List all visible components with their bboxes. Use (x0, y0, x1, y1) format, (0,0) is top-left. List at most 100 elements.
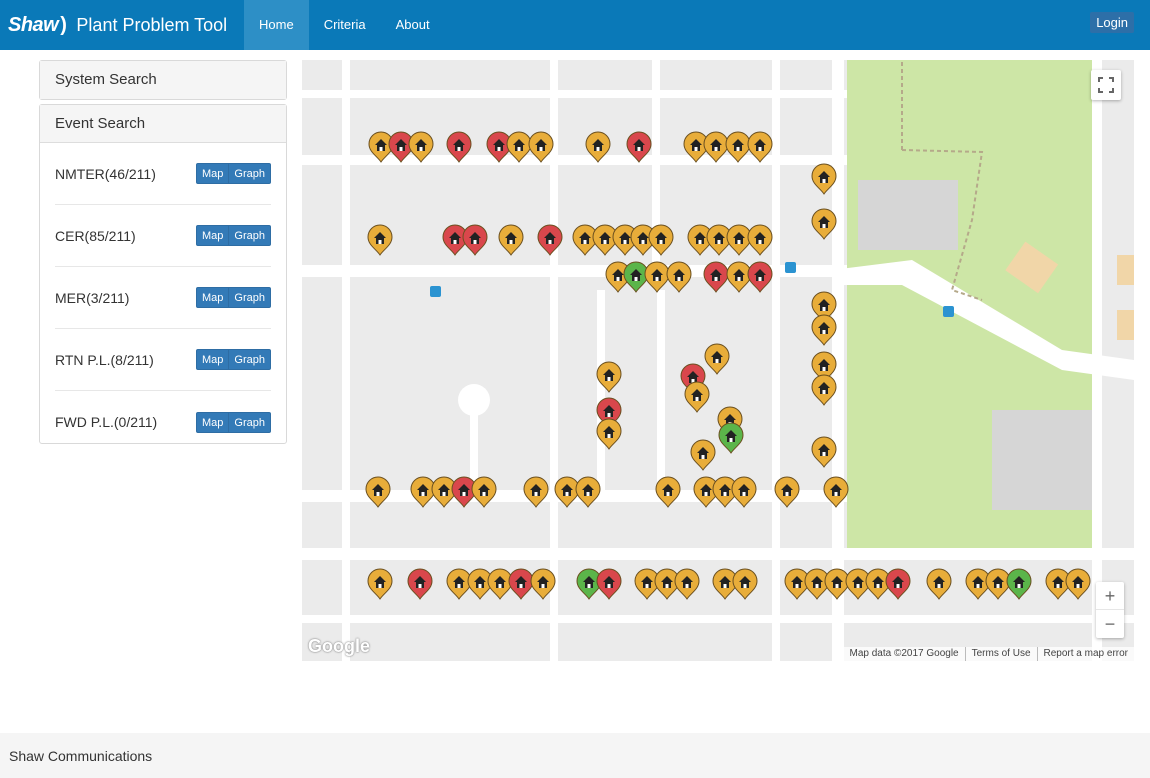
app-title: Plant Problem Tool (76, 14, 228, 35)
map-marker[interactable] (747, 261, 773, 293)
map-marker[interactable] (508, 568, 534, 600)
transit-icon (943, 306, 954, 317)
terms-link[interactable]: Terms of Use (964, 647, 1037, 661)
event-row-rtn-pl: RTN P.L.(8/211) Map Graph (55, 329, 271, 391)
event-label: FWD P.L.(0/211) (55, 414, 158, 430)
map-marker[interactable] (365, 476, 391, 508)
fullscreen-button[interactable] (1091, 70, 1121, 100)
map-marker[interactable] (523, 476, 549, 508)
map-marker[interactable] (823, 476, 849, 508)
map-button[interactable]: Map (196, 163, 230, 184)
nav-criteria[interactable]: Criteria (309, 0, 381, 50)
street (302, 615, 1134, 623)
event-row-cer: CER(85/211) Map Graph (55, 205, 271, 267)
map-marker[interactable] (462, 224, 488, 256)
map-marker[interactable] (684, 381, 710, 413)
map-marker[interactable] (732, 568, 758, 600)
zoom-control: + − (1096, 582, 1124, 638)
building (1117, 255, 1134, 285)
map-marker[interactable] (575, 476, 601, 508)
event-button-group: Map Graph (196, 163, 271, 184)
map-marker[interactable] (718, 422, 744, 454)
login-button[interactable]: Login (1090, 12, 1134, 33)
building (858, 180, 958, 250)
graph-button[interactable]: Graph (229, 163, 271, 184)
street (597, 290, 605, 490)
building (992, 410, 1097, 510)
building (1117, 310, 1134, 340)
map-marker[interactable] (554, 476, 580, 508)
map-data-credit: Map data ©2017 Google (849, 648, 959, 659)
main-nav: Home Criteria About (244, 0, 445, 50)
graph-button[interactable]: Graph (229, 349, 271, 370)
zoom-in-button[interactable]: + (1096, 582, 1124, 610)
map-button[interactable]: Map (196, 225, 230, 246)
brand[interactable]: Shaw) Plant Problem Tool (8, 10, 227, 40)
street (1092, 60, 1102, 661)
system-search-heading[interactable]: System Search (40, 61, 286, 99)
system-search-panel[interactable]: System Search (39, 60, 287, 100)
graph-button[interactable]: Graph (229, 287, 271, 308)
navbar: Shaw) Plant Problem Tool Home Criteria A… (0, 0, 1150, 50)
report-error-link[interactable]: Report a map error (1036, 647, 1134, 661)
map-marker[interactable] (644, 261, 670, 293)
event-row-mer: MER(3/211) Map Graph (55, 267, 271, 329)
event-row-fwd-pl: FWD P.L.(0/211) Map Graph (55, 391, 271, 453)
map-canvas[interactable] (302, 60, 1134, 661)
map-marker[interactable] (690, 439, 716, 471)
fullscreen-icon (1098, 77, 1114, 93)
footer-text: Shaw Communications (9, 748, 153, 764)
map-marker[interactable] (1065, 568, 1091, 600)
street (470, 400, 478, 490)
map-marker[interactable] (747, 224, 773, 256)
map-marker[interactable] (596, 568, 622, 600)
map-marker[interactable] (410, 476, 436, 508)
event-button-group: Map Graph (196, 225, 271, 246)
nav-home[interactable]: Home (244, 0, 309, 50)
map-marker[interactable] (885, 568, 911, 600)
event-button-group: Map Graph (196, 349, 271, 370)
map-button[interactable]: Map (196, 287, 230, 308)
footer: Shaw Communications (0, 733, 1150, 778)
event-button-group: Map Graph (196, 287, 271, 308)
map-marker[interactable] (487, 568, 513, 600)
event-label: RTN P.L.(8/211) (55, 351, 154, 368)
shaw-logo: Shaw) (8, 13, 67, 36)
nav-about[interactable]: About (381, 0, 445, 50)
map-marker[interactable] (824, 568, 850, 600)
event-search-heading[interactable]: Event Search (40, 105, 286, 143)
map-marker[interactable] (666, 261, 692, 293)
map-marker[interactable] (731, 476, 757, 508)
map-marker[interactable] (537, 224, 563, 256)
map-marker[interactable] (703, 261, 729, 293)
map-marker[interactable] (471, 476, 497, 508)
event-search-panel: Event Search NMTER(46/211) Map Graph CER… (39, 104, 287, 444)
graph-button[interactable]: Graph (229, 411, 271, 433)
map-marker[interactable] (407, 568, 433, 600)
map-marker[interactable] (367, 568, 393, 600)
map-marker[interactable] (446, 568, 472, 600)
map-marker[interactable] (367, 224, 393, 256)
street (772, 60, 780, 661)
event-label: CER(85/211) (55, 227, 136, 244)
map-marker[interactable] (726, 224, 752, 256)
map-marker[interactable] (498, 224, 524, 256)
google-logo: Google (308, 636, 370, 656)
map-view[interactable]: + − Google Map data ©2017 Google Terms o… (302, 60, 1134, 661)
event-label: NMTER(46/211) (55, 165, 156, 182)
map-marker[interactable] (985, 568, 1011, 600)
graph-button[interactable]: Graph (229, 225, 271, 246)
map-marker[interactable] (655, 476, 681, 508)
map-attribution: Map data ©2017 Google Terms of Use Repor… (843, 647, 1134, 661)
map-marker[interactable] (1006, 568, 1032, 600)
map-button[interactable]: Map (196, 411, 230, 433)
map-marker[interactable] (623, 261, 649, 293)
map-marker[interactable] (674, 568, 700, 600)
map-button[interactable]: Map (196, 349, 230, 370)
street (302, 90, 847, 98)
map-marker[interactable] (726, 261, 752, 293)
map-marker[interactable] (704, 343, 730, 375)
zoom-out-button[interactable]: − (1096, 610, 1124, 638)
transit-icon (430, 286, 441, 297)
map-marker[interactable] (926, 568, 952, 600)
